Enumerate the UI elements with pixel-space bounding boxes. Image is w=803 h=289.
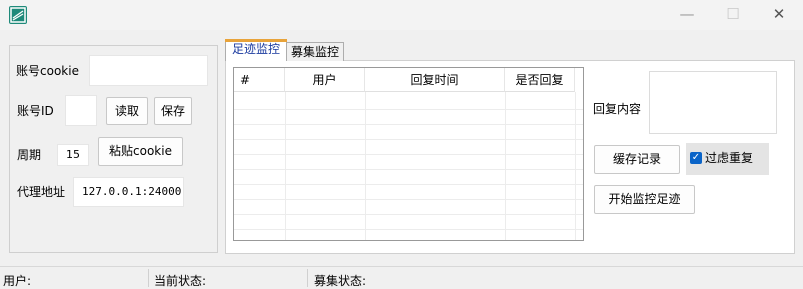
- status-bar: 用户: 当前状态: 募集状态:: [0, 266, 803, 289]
- grid-line: [234, 139, 583, 140]
- grid-line: [285, 92, 286, 240]
- status-recruit-state-label: 募集状态:: [314, 274, 367, 288]
- grid-line: [234, 214, 583, 215]
- cache-records-button[interactable]: 缓存记录: [594, 145, 680, 174]
- maximize-button[interactable]: ☐: [710, 0, 756, 30]
- column-header-reply-time[interactable]: 回复时间: [365, 68, 505, 92]
- grid-line: [234, 154, 583, 155]
- grid-line: [575, 92, 576, 240]
- grid-line: [234, 199, 583, 200]
- start-monitor-button[interactable]: 开始监控足迹: [594, 185, 695, 214]
- title-bar: — ☐ ✕: [0, 0, 803, 30]
- app-icon: [9, 6, 27, 24]
- account-cookie-input[interactable]: [89, 55, 208, 86]
- proxy-input[interactable]: 127.0.0.1:24000: [73, 177, 184, 207]
- minimize-button[interactable]: —: [664, 0, 710, 30]
- filter-duplicate-label: 过虑重复: [705, 151, 754, 165]
- filter-duplicate-checkbox[interactable]: ✓ 过虑重复: [686, 143, 769, 175]
- grid-line: [234, 109, 583, 110]
- paste-cookie-button[interactable]: 粘贴cookie: [98, 137, 183, 166]
- grid-line: [505, 92, 506, 240]
- account-cookie-label: 账号cookie: [16, 64, 79, 78]
- period-label: 周期: [17, 148, 42, 162]
- grid-line: [365, 92, 366, 240]
- reply-table[interactable]: # 用户 回复时间 是否回复: [233, 67, 584, 241]
- tab-recruit-monitor[interactable]: 募集监控: [286, 42, 344, 61]
- read-button[interactable]: 读取: [106, 97, 148, 125]
- grid-line: [234, 169, 583, 170]
- column-header-index[interactable]: #: [234, 68, 285, 92]
- grid-line: [234, 229, 583, 230]
- reply-content-label: 回复内容: [593, 102, 642, 116]
- status-current-state-label: 当前状态:: [154, 274, 207, 288]
- status-user-label: 用户:: [3, 274, 32, 288]
- period-input[interactable]: 15: [57, 144, 89, 166]
- account-id-input[interactable]: [65, 95, 97, 126]
- checkbox-checked-icon[interactable]: ✓: [690, 152, 702, 164]
- account-id-label: 账号ID: [17, 104, 54, 118]
- proxy-label: 代理地址: [17, 185, 66, 199]
- column-header-replied[interactable]: 是否回复: [505, 68, 575, 92]
- status-divider: [148, 269, 149, 287]
- save-button[interactable]: 保存: [154, 97, 192, 125]
- reply-content-input[interactable]: [649, 71, 777, 134]
- active-tab-indicator: [225, 39, 287, 42]
- tab-footprint-monitor[interactable]: 足迹监控: [225, 39, 287, 61]
- grid-line: [234, 124, 583, 125]
- close-button[interactable]: ✕: [756, 0, 802, 30]
- status-divider: [307, 269, 308, 287]
- column-header-user[interactable]: 用户: [285, 68, 365, 92]
- grid-line: [234, 184, 583, 185]
